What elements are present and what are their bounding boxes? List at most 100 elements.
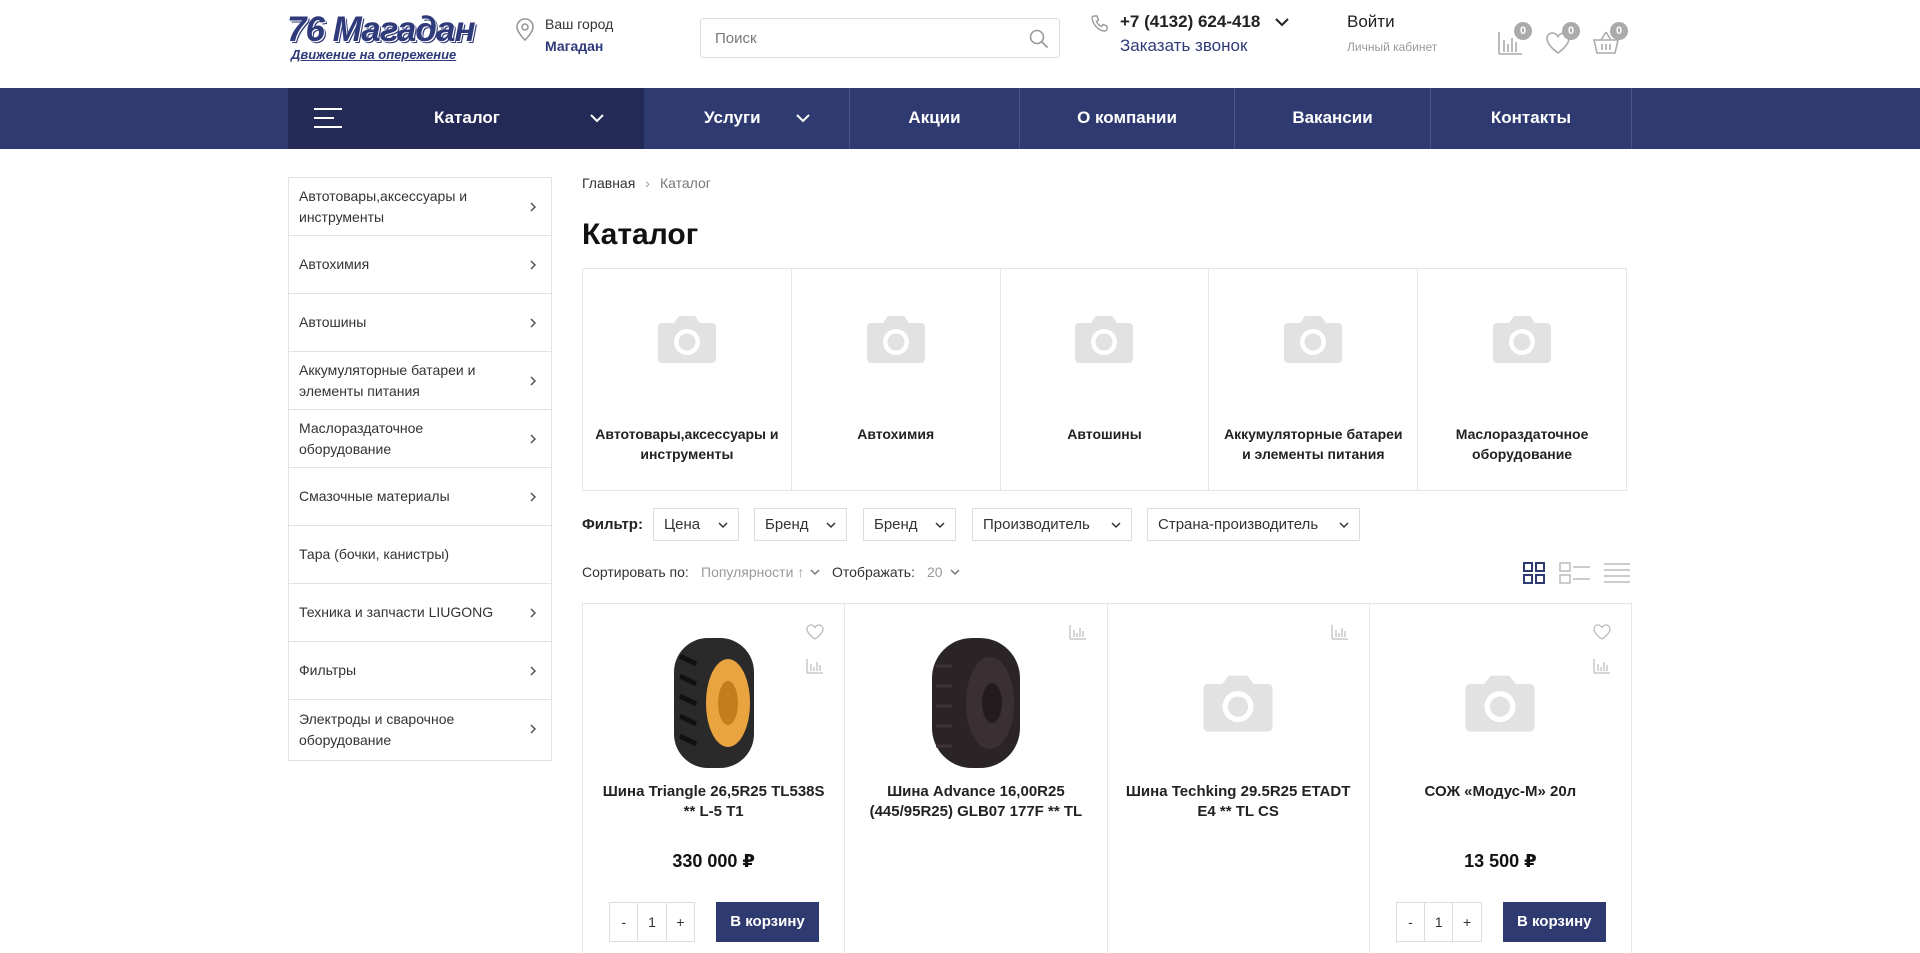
sidebar-item-label: Электроды и сварочное оборудование <box>299 711 455 748</box>
login-block[interactable]: Войти Личный кабинет <box>1347 12 1437 54</box>
camera-placeholder-icon <box>657 316 716 363</box>
search-input[interactable] <box>701 19 1021 57</box>
sidebar-item[interactable]: Тара (бочки, канистры) <box>289 526 551 584</box>
product-title[interactable]: СОЖ «Модус-М» 20л <box>1386 782 1615 802</box>
add-to-cart-button[interactable]: В корзину <box>1502 902 1606 942</box>
sidebar-item[interactable]: Маслораздаточное оборудование <box>289 410 551 468</box>
logo[interactable]: 76 Магадан Движение на опережение <box>287 12 487 64</box>
product-card: Шина Techking 29.5R25 ETADT E4 ** TL CS <box>1108 604 1370 953</box>
city-label: Ваш город <box>545 16 614 32</box>
product-image[interactable] <box>654 634 774 772</box>
phone-number[interactable]: +7 (4132) 624-418 <box>1120 12 1260 32</box>
sidebar-item[interactable]: Смазочные материалы <box>289 468 551 526</box>
quantity-decrease-button[interactable]: - <box>610 903 637 941</box>
nav-item-vacancies[interactable]: Вакансии <box>1235 88 1431 149</box>
cart-count-badge: 0 <box>1610 22 1628 40</box>
chevron-right-icon <box>530 434 537 444</box>
breadcrumb-home[interactable]: Главная <box>582 175 635 191</box>
heart-icon[interactable] <box>1593 624 1611 640</box>
chevron-right-icon <box>530 376 537 386</box>
cabinet-label: Личный кабинет <box>1347 40 1438 54</box>
cart-button[interactable]: 0 <box>1592 22 1628 56</box>
filter-label: Фильтр: <box>582 516 643 533</box>
quantity-input[interactable]: 1 <box>1424 903 1454 941</box>
category-name: Аккумуляторные батареи и элементы питани… <box>1224 426 1403 462</box>
callback-link[interactable]: Заказать звонок <box>1120 36 1247 56</box>
table-view-icon[interactable] <box>1603 562 1631 584</box>
product-title[interactable]: Шина Techking 29.5R25 ETADT E4 ** TL CS <box>1124 782 1353 822</box>
compare-icon[interactable] <box>1593 658 1611 674</box>
sidebar-item[interactable]: Аккумуляторные батареи и элементы питани… <box>289 352 551 410</box>
product-image[interactable] <box>1440 634 1560 772</box>
filter-price[interactable]: Цена <box>653 508 739 541</box>
login-link[interactable]: Войти <box>1347 12 1437 32</box>
heart-icon[interactable] <box>806 624 824 640</box>
grid-view-icon[interactable] <box>1523 562 1545 584</box>
sidebar-item[interactable]: Техника и запчасти LIUGONG <box>289 584 551 642</box>
filter-brand[interactable]: Бренд <box>754 508 847 541</box>
chevron-right-icon <box>530 724 537 734</box>
chevron-down-icon <box>1339 522 1349 529</box>
sidebar-item[interactable]: Фильтры <box>289 642 551 700</box>
nav-item-services[interactable]: Услуги <box>644 88 850 149</box>
quantity-decrease-button[interactable]: - <box>1397 903 1424 941</box>
city-value[interactable]: Магадан <box>545 38 603 54</box>
chevron-down-icon[interactable] <box>1274 14 1290 30</box>
quantity-increase-button[interactable]: + <box>1453 903 1480 941</box>
product-title[interactable]: Шина Triangle 26,5R25 TL538S ** L-5 T1 <box>599 782 828 822</box>
chevron-down-icon[interactable] <box>950 568 960 576</box>
compare-count-badge: 0 <box>1514 22 1532 40</box>
add-to-cart-button[interactable]: В корзину <box>716 902 819 942</box>
sidebar-item[interactable]: Автохимия <box>289 236 551 294</box>
filter-option-label: Страна-производитель <box>1158 516 1319 533</box>
sidebar-item[interactable]: Автотовары,аксессуары и инструменты <box>289 178 551 236</box>
chevron-right-icon <box>530 202 537 212</box>
sidebar-item[interactable]: Электроды и сварочное оборудование <box>289 700 551 760</box>
sort-select[interactable]: Популярности ↑ <box>701 564 804 580</box>
chevron-down-icon <box>826 522 836 529</box>
compare-icon[interactable] <box>806 658 824 674</box>
sidebar-item-label: Автохимия <box>299 256 370 272</box>
category-tile[interactable]: Автохимия <box>792 269 1001 490</box>
chevron-down-icon <box>590 114 604 123</box>
sidebar-item-label: Смазочные материалы <box>299 488 450 504</box>
nav-item-about[interactable]: О компании <box>1020 88 1235 149</box>
nav-item-promotions[interactable]: Акции <box>850 88 1020 149</box>
nav-item-contacts[interactable]: Контакты <box>1431 88 1632 149</box>
quantity-increase-button[interactable]: + <box>667 903 694 941</box>
favorites-button[interactable]: 0 <box>1544 22 1580 56</box>
search-icon[interactable] <box>1029 29 1049 49</box>
nav-catalog-label: Каталог <box>434 108 500 127</box>
sidebar-item-label: Фильтры <box>299 662 357 678</box>
sidebar-item[interactable]: Автошины <box>289 294 551 352</box>
compare-icon[interactable] <box>1068 624 1087 640</box>
chevron-down-icon <box>935 522 945 529</box>
nav-catalog-button[interactable]: Каталог <box>288 88 644 149</box>
nav-item-label: Услуги <box>704 108 761 127</box>
compare-button[interactable]: 0 <box>1496 22 1532 56</box>
filter-country[interactable]: Страна-производитель <box>1147 508 1360 541</box>
category-tile[interactable]: Маслораздаточное оборудование <box>1418 269 1626 490</box>
category-name: Автохимия <box>857 426 935 442</box>
product-card: Шина Triangle 26,5R25 TL538S ** L-5 T1 3… <box>583 604 846 953</box>
page-title: Каталог <box>582 218 699 251</box>
menu-icon <box>314 108 342 128</box>
product-image[interactable] <box>916 634 1036 772</box>
main-nav: Каталог Услуги Акции О компании Вакансии… <box>0 88 1920 149</box>
category-tile[interactable]: Аккумуляторные батареи и элементы питани… <box>1209 269 1419 490</box>
list-view-icon[interactable] <box>1559 562 1591 584</box>
chevron-down-icon[interactable] <box>810 568 820 576</box>
show-select[interactable]: 20 <box>927 564 943 580</box>
phone-icon <box>1091 15 1108 32</box>
product-title[interactable]: Шина Advance 16,00R25 (445/95R25) GLB07 … <box>861 782 1090 822</box>
compare-icon[interactable] <box>1331 624 1349 640</box>
chevron-down-icon <box>718 522 728 529</box>
tire-image <box>673 638 754 768</box>
product-image[interactable] <box>1178 634 1298 772</box>
category-tile[interactable]: Автошины <box>1001 269 1210 490</box>
quantity-input[interactable]: 1 <box>637 903 667 941</box>
filter-brand-2[interactable]: Бренд <box>863 508 956 541</box>
filter-manufacturer[interactable]: Производитель <box>972 508 1132 541</box>
category-tile[interactable]: Автотовары,аксессуары и инструменты <box>583 269 792 490</box>
quantity-stepper: - 1 + <box>609 902 695 942</box>
